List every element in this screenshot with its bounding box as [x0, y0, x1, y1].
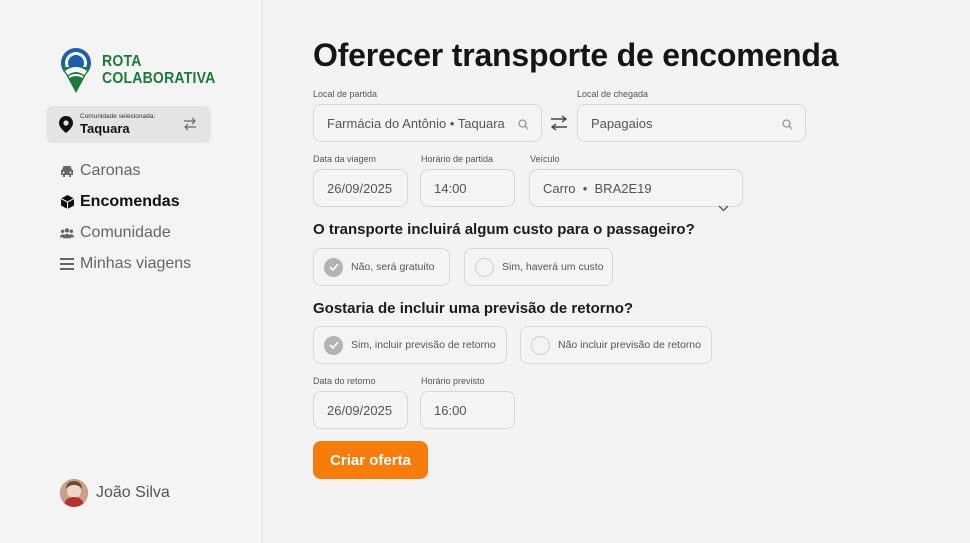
- menu-icon: [60, 257, 74, 271]
- brand-line-2: COLABORATIVA: [102, 70, 216, 87]
- trip-time-label: Horário de partida: [421, 154, 494, 164]
- trip-date-input[interactable]: 26/09/2025: [313, 169, 408, 207]
- user-profile[interactable]: João Silva: [60, 479, 170, 507]
- check-icon: [324, 257, 343, 277]
- community-caption: Comunidade selecionada:: [80, 113, 156, 120]
- return-time-value: 16:00: [434, 402, 467, 418]
- from-value: Farmácia do Antônio • Taquara: [327, 115, 505, 131]
- return-time-input[interactable]: 16:00: [420, 391, 515, 429]
- return-time-label: Horário previsto: [421, 376, 485, 386]
- cost-question: O transporte incluirá algum custo para o…: [313, 221, 695, 238]
- sidebar-nav: Caronas Encomendas Comunidade Minhas via…: [60, 155, 191, 279]
- search-icon: [518, 118, 529, 133]
- avatar: [60, 479, 88, 507]
- create-offer-button[interactable]: Criar oferta: [313, 441, 428, 479]
- switch-community-icon[interactable]: [183, 117, 197, 136]
- return-date-value: 26/09/2025: [327, 402, 393, 418]
- return-option-no[interactable]: Não incluir previsão de retorno: [520, 326, 712, 364]
- swap-route-icon[interactable]: [550, 115, 568, 136]
- option-label: Sim, haverá um custo: [502, 261, 604, 273]
- nav-item-minhas-viagens[interactable]: Minhas viagens: [60, 248, 191, 279]
- nav-item-caronas[interactable]: Caronas: [60, 155, 191, 186]
- user-name: João Silva: [96, 484, 170, 501]
- community-name: Taquara: [80, 121, 130, 136]
- search-icon: [782, 118, 793, 133]
- logo-icon: [61, 48, 91, 93]
- trip-date-value: 26/09/2025: [327, 180, 393, 196]
- trip-time-value: 14:00: [434, 180, 467, 196]
- from-label: Local de partida: [313, 89, 378, 99]
- nav-label: Minhas viagens: [80, 254, 192, 272]
- nav-item-comunidade[interactable]: Comunidade: [60, 217, 191, 248]
- location-pin-icon: [59, 116, 73, 138]
- return-option-yes[interactable]: Sim, incluir previsão de retorno: [313, 326, 507, 364]
- brand-name: ROTA COLABORATIVA: [102, 53, 215, 87]
- nav-label: Caronas: [80, 161, 141, 179]
- car-icon: [60, 164, 74, 178]
- return-date-input[interactable]: 26/09/2025: [313, 391, 408, 429]
- vehicle-value: Carro • BRA2E19: [543, 180, 652, 196]
- to-label: Local de chegada: [577, 89, 649, 99]
- page-title: Oferecer transporte de encomenda: [313, 37, 839, 73]
- chevron-down-icon: [696, 185, 729, 230]
- to-value: Papagaios: [591, 115, 653, 131]
- brand-logo[interactable]: ROTA COLABORATIVA: [60, 47, 231, 93]
- package-icon: [60, 194, 74, 209]
- vehicle-select[interactable]: Carro • BRA2E19: [529, 169, 743, 212]
- brand-line-1: ROTA: [102, 53, 142, 70]
- trip-date-label: Data da viagem: [313, 154, 377, 164]
- option-label: Sim, incluir previsão de retorno: [351, 339, 496, 351]
- trip-time-input[interactable]: 14:00: [420, 169, 515, 207]
- nav-label: Encomendas: [80, 192, 180, 210]
- return-question: Gostaria de incluir uma previsão de reto…: [313, 300, 634, 317]
- cost-option-free[interactable]: Não, será gratuito: [313, 248, 450, 286]
- community-selector[interactable]: Comunidade selecionada: Taquara: [46, 106, 211, 143]
- option-label: Não, será gratuito: [351, 261, 435, 273]
- radio-empty-icon: [531, 335, 550, 355]
- vehicle-label: Veículo: [530, 154, 560, 164]
- from-input[interactable]: Farmácia do Antônio • Taquara: [313, 104, 542, 142]
- users-icon: [60, 226, 74, 240]
- sidebar: ROTA COLABORATIVA Comunidade selecionada…: [0, 0, 263, 543]
- nav-item-encomendas[interactable]: Encomendas: [60, 186, 191, 217]
- option-label: Não incluir previsão de retorno: [558, 339, 701, 351]
- check-icon: [324, 335, 343, 355]
- cost-option-paid[interactable]: Sim, haverá um custo: [464, 248, 613, 286]
- nav-label: Comunidade: [80, 223, 171, 241]
- to-input[interactable]: Papagaios: [577, 104, 806, 142]
- return-date-label: Data do retorno: [313, 376, 376, 386]
- radio-empty-icon: [475, 257, 494, 277]
